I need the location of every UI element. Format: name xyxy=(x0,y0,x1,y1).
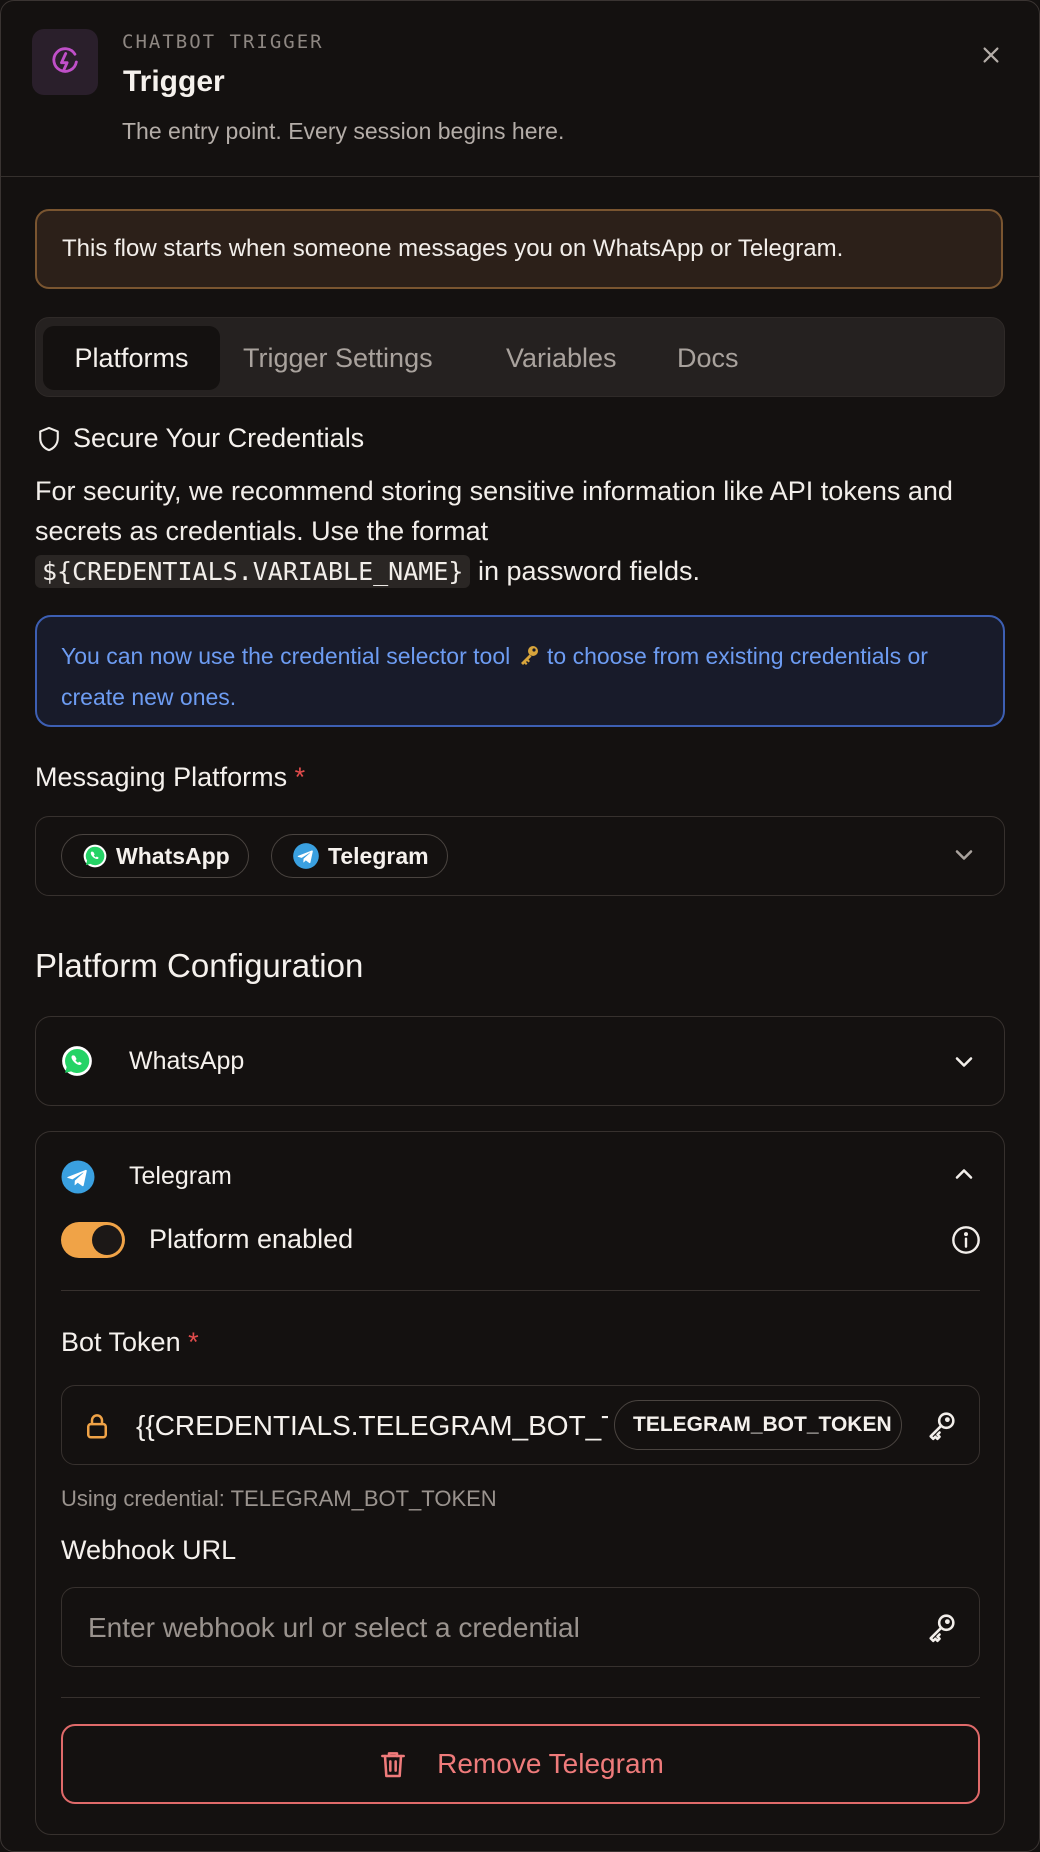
key-icon xyxy=(929,1412,955,1441)
platform-enabled-label: Platform enabled xyxy=(149,1224,354,1254)
security-text-after: in password fields. xyxy=(477,556,701,586)
platform-chip-whatsapp-label: WhatsApp xyxy=(116,842,230,869)
bot-token-credential-button[interactable] xyxy=(925,1408,959,1447)
telegram-icon xyxy=(293,843,319,869)
required-mark: * xyxy=(294,762,306,792)
tab-bar: Platforms Trigger Settings Variables Doc… xyxy=(35,317,1005,397)
bot-token-helper: Using credential: TELEGRAM_BOT_TOKEN xyxy=(61,1486,497,1511)
key-icon xyxy=(517,640,541,678)
tab-docs[interactable]: Docs xyxy=(677,326,739,390)
chevron-up-icon xyxy=(955,1169,973,1179)
security-description: For security, we recommend storing sensi… xyxy=(35,471,1015,592)
platform-enabled-info-button[interactable] xyxy=(950,1224,982,1261)
close-icon xyxy=(983,47,999,63)
tab-trigger-settings[interactable]: Trigger Settings xyxy=(243,326,433,390)
lock-icon xyxy=(87,1414,107,1439)
tab-variables[interactable]: Variables xyxy=(506,326,617,390)
credential-chip-label: TELEGRAM_BOT_TOKEN xyxy=(633,1413,892,1436)
webhook-url-input[interactable] xyxy=(86,1606,890,1650)
security-text-before: For security, we recommend storing sensi… xyxy=(35,476,953,546)
webhook-credential-button[interactable] xyxy=(925,1610,959,1649)
credentials-format-code: ${CREDENTIALS.VARIABLE_NAME} xyxy=(35,555,471,588)
chevron-down-icon xyxy=(955,1057,973,1067)
telegram-collapse-button[interactable] xyxy=(944,1154,984,1194)
panel-header: CHATBOT TRIGGER Trigger The entry point.… xyxy=(1,1,1039,177)
chevron-down-icon xyxy=(955,850,973,860)
info-text-before: You can now use the credential selector … xyxy=(61,643,511,669)
platform-chip-telegram-label: Telegram xyxy=(328,842,429,869)
remove-telegram-label: Remove Telegram xyxy=(437,1748,664,1779)
bot-token-input[interactable]: {{CREDENTIALS.TELEGRAM_BOT_TOKEN}} xyxy=(136,1406,608,1446)
telegram-accordion: Telegram Platform enabled Bot Token * {{… xyxy=(35,1131,1005,1835)
bot-token-label-text: Bot Token xyxy=(61,1327,181,1357)
messaging-platforms-label: Messaging Platforms * xyxy=(35,762,305,793)
section-divider xyxy=(61,1697,980,1698)
toggle-knob xyxy=(92,1225,122,1255)
remove-telegram-button[interactable]: Remove Telegram xyxy=(61,1724,980,1804)
section-divider xyxy=(61,1290,980,1291)
required-mark: * xyxy=(188,1327,199,1357)
key-icon xyxy=(929,1614,955,1643)
webhook-url-label: Webhook URL xyxy=(61,1535,237,1565)
flow-notice: This flow starts when someone messages y… xyxy=(35,209,1003,289)
info-icon xyxy=(952,1226,980,1254)
bot-token-field: {{CREDENTIALS.TELEGRAM_BOT_TOKEN}} TELEG… xyxy=(61,1385,980,1465)
whatsapp-icon xyxy=(62,1046,92,1076)
whatsapp-accordion-title: WhatsApp xyxy=(129,1047,245,1075)
panel-title: Trigger xyxy=(123,65,225,98)
whatsapp-accordion[interactable]: WhatsApp xyxy=(35,1016,1005,1106)
bot-token-label: Bot Token * xyxy=(61,1327,199,1358)
webhook-url-field xyxy=(61,1587,980,1667)
tab-platforms[interactable]: Platforms xyxy=(43,326,220,390)
panel-eyebrow: CHATBOT TRIGGER xyxy=(122,31,324,53)
platform-chip-whatsapp[interactable]: WhatsApp xyxy=(61,834,249,878)
close-button[interactable] xyxy=(973,37,1009,73)
trash-icon xyxy=(381,1752,406,1778)
flow-notice-text: This flow starts when someone messages y… xyxy=(62,235,844,262)
telegram-accordion-title: Telegram xyxy=(129,1162,232,1190)
security-heading: Secure Your Credentials xyxy=(35,423,364,454)
whatsapp-icon xyxy=(83,844,107,868)
credential-selector-info: You can now use the credential selector … xyxy=(35,615,1005,727)
bolt-icon xyxy=(32,29,98,95)
platform-enabled-toggle[interactable] xyxy=(61,1222,125,1258)
trigger-panel: CHATBOT TRIGGER Trigger The entry point.… xyxy=(0,0,1040,1852)
messaging-platforms-select[interactable]: WhatsApp Telegram xyxy=(35,816,1005,896)
messaging-platforms-label-text: Messaging Platforms xyxy=(35,762,288,792)
credential-chip[interactable]: TELEGRAM_BOT_TOKEN xyxy=(614,1400,902,1450)
platform-chip-telegram[interactable]: Telegram xyxy=(271,834,448,878)
platform-configuration-heading: Platform Configuration xyxy=(35,947,364,984)
telegram-icon xyxy=(61,1160,95,1194)
security-heading-text: Secure Your Credentials xyxy=(73,423,365,453)
shield-icon xyxy=(39,426,59,451)
panel-subtitle: The entry point. Every session begins he… xyxy=(122,118,565,144)
